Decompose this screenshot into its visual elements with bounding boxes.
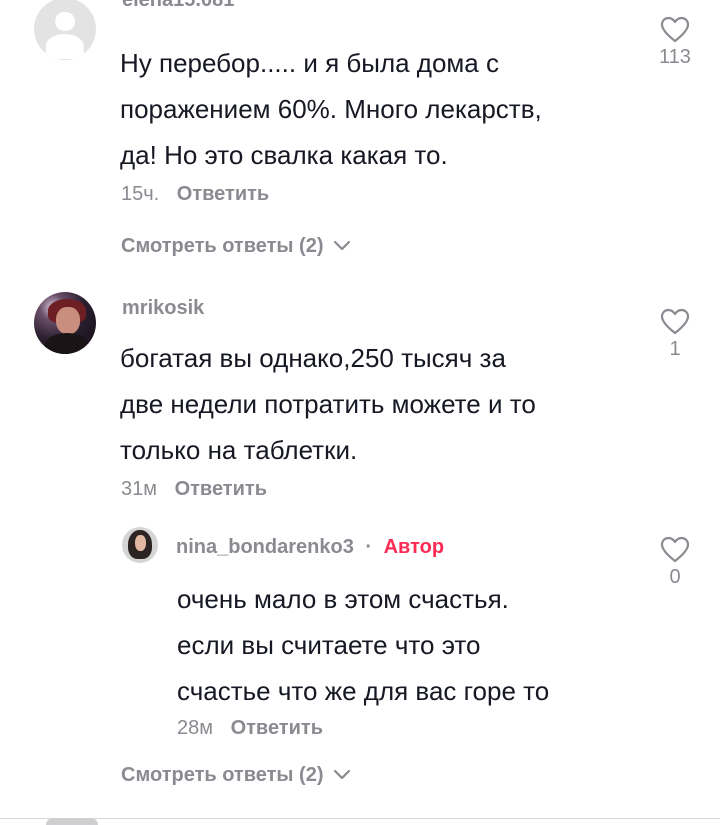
comment-item: mrikosik богатая вы однако,250 тысяч за … <box>0 290 720 818</box>
chevron-down-icon <box>333 764 351 787</box>
comment-text-line: только на таблетки. <box>120 435 358 465</box>
comment-text-line: Ну перебор..... и я была дома с <box>120 48 499 78</box>
comment-text-line: две недели потратить можете и то <box>120 389 536 419</box>
comment-time: 31м <box>121 478 157 500</box>
comment-time: 15ч. <box>121 183 160 205</box>
like-count: 113 <box>659 46 691 68</box>
reply-button[interactable]: Ответить <box>177 183 269 205</box>
comment-text-line: поражением 60%. Много лекарств, <box>120 94 542 124</box>
reply-button[interactable]: Ответить <box>231 717 323 739</box>
comment-text-line: богатая вы однако,250 тысяч за <box>120 343 506 373</box>
avatar-placeholder-icon[interactable] <box>34 0 96 60</box>
reply-text-line: если вы считаете что это <box>177 630 481 660</box>
user-avatar[interactable] <box>34 292 96 354</box>
user-avatar[interactable] <box>122 527 158 563</box>
view-replies-button[interactable]: Смотреть ответы (2) <box>121 764 351 787</box>
heart-icon <box>645 308 705 336</box>
heart-icon <box>645 16 705 44</box>
chevron-down-icon <box>333 235 351 258</box>
reply-text-line: очень мало в этом счастья. <box>177 584 509 614</box>
view-replies-button[interactable]: Смотреть ответы (2) <box>121 235 351 258</box>
divider <box>0 818 720 819</box>
comment-username[interactable]: mrikosik <box>122 297 204 320</box>
like-button[interactable]: 1 <box>645 308 705 361</box>
comment-username[interactable]: elena15.081 <box>122 0 234 10</box>
comment-meta: 15ч. Ответить <box>121 183 269 206</box>
reply-button[interactable]: Ответить <box>175 478 267 500</box>
reply-text-line: счастье что же для вас горе то <box>177 676 550 706</box>
comment-item: elena15.081 Ну перебор..... и я была дом… <box>0 0 720 290</box>
comment-meta: 31м Ответить <box>121 478 267 501</box>
view-replies-label: Смотреть ответы (2) <box>121 764 324 786</box>
like-button[interactable]: 113 <box>645 16 705 69</box>
next-avatar-partial <box>46 818 98 825</box>
heart-icon <box>645 536 705 564</box>
reply-time: 28м <box>177 717 213 739</box>
reply-header: nina_bondarenko3 · Автор <box>176 536 444 559</box>
reply-username[interactable]: nina_bondarenko3 <box>176 536 354 558</box>
author-badge: Автор <box>383 536 445 558</box>
comment-text-line: да! Но это свалка какая то. <box>120 140 448 170</box>
like-button[interactable]: 0 <box>645 536 705 589</box>
separator-dot: · <box>365 536 373 558</box>
view-replies-label: Смотреть ответы (2) <box>121 235 324 257</box>
reply-meta: 28м Ответить <box>177 717 323 740</box>
like-count: 0 <box>669 566 681 588</box>
like-count: 1 <box>669 338 681 360</box>
